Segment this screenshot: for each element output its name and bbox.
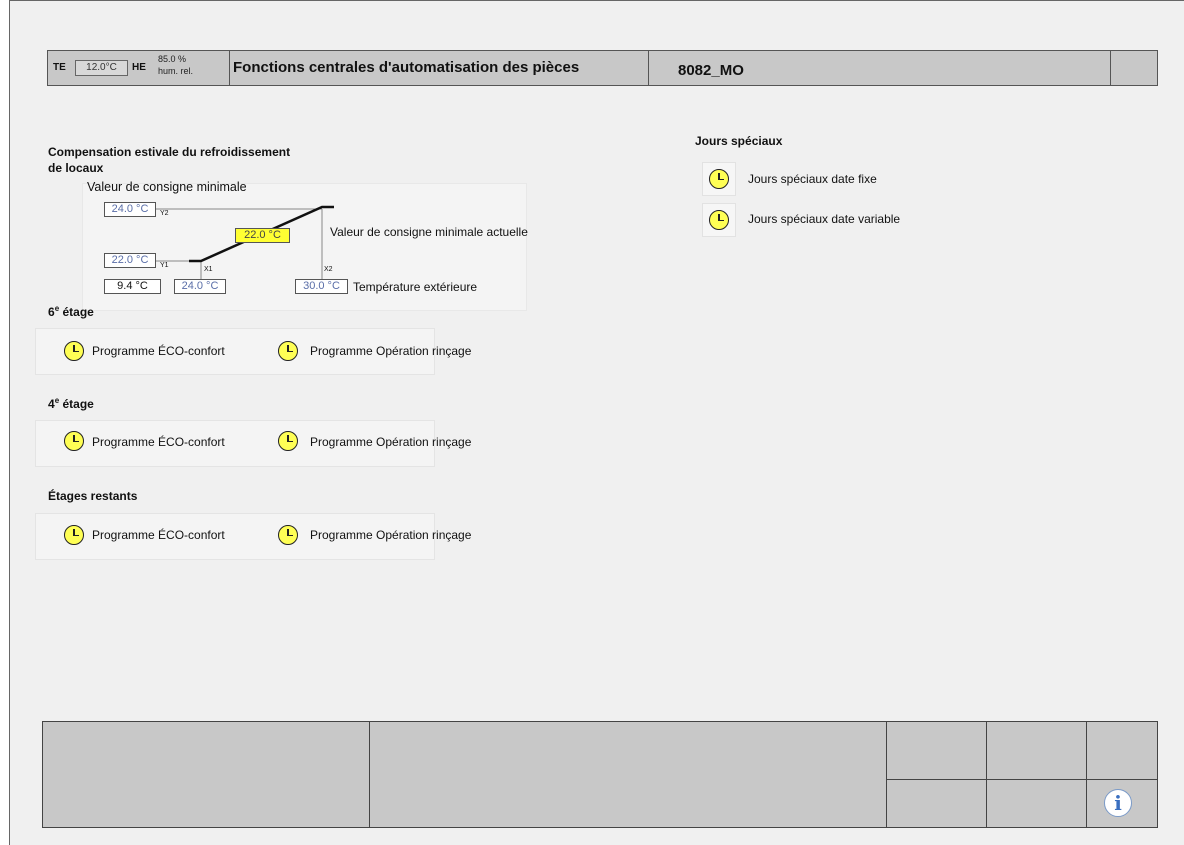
footer-bar (42, 721, 1158, 828)
special-days-fixed-label[interactable]: Jours spéciaux date fixe (748, 172, 877, 186)
footer-divider (886, 779, 1158, 780)
clock-icon[interactable] (278, 525, 298, 545)
current-setpoint-value[interactable]: 22.0 °C (235, 228, 290, 243)
floor-4-eco-label[interactable]: Programme ÉCO-confort (92, 435, 225, 449)
floor-4-title: 4e étage (48, 396, 94, 411)
clock-icon[interactable] (64, 525, 84, 545)
x2-label: X2 (324, 266, 333, 273)
x1-label: X1 (204, 266, 213, 273)
y1-label: Y1 (160, 262, 169, 269)
clock-icon (709, 169, 729, 189)
footer-divider (886, 722, 887, 827)
header-extra-button[interactable] (1111, 51, 1157, 85)
floor-4-flush-label[interactable]: Programme Opération rinçage (310, 435, 471, 449)
x2-value[interactable]: 30.0 °C (295, 279, 348, 294)
special-days-variable-button[interactable] (702, 203, 736, 237)
footer-divider (1086, 722, 1087, 827)
special-days-title: Jours spéciaux (695, 134, 783, 148)
plant-code: 8082_MO (678, 62, 744, 79)
floor-6-eco-label[interactable]: Programme ÉCO-confort (92, 344, 225, 358)
clock-icon (709, 210, 729, 230)
footer-divider (986, 722, 987, 827)
code-cell: 8082_MO (649, 51, 1111, 85)
floor-6-flush-label[interactable]: Programme Opération rinçage (310, 344, 471, 358)
clock-icon[interactable] (278, 431, 298, 451)
remaining-eco-label[interactable]: Programme ÉCO-confort (92, 528, 225, 542)
info-icon[interactable]: i (1104, 789, 1132, 817)
clock-icon[interactable] (64, 341, 84, 361)
clock-icon[interactable] (278, 341, 298, 361)
y1-value[interactable]: 22.0 °C (104, 253, 156, 268)
clock-icon[interactable] (64, 431, 84, 451)
y2-value[interactable]: 24.0 °C (104, 202, 156, 217)
special-days-variable-label[interactable]: Jours spéciaux date variable (748, 212, 900, 226)
floor-6-title: 6e étage (48, 304, 94, 319)
current-setpoint-label: Valeur de consigne minimale actuelle (330, 225, 528, 239)
remaining-floors-title: Étages restants (48, 489, 138, 503)
footer-divider (369, 722, 370, 827)
special-days-fixed-button[interactable] (702, 162, 736, 196)
remaining-flush-label[interactable]: Programme Opération rinçage (310, 528, 471, 542)
outside-temp-label: Température extérieure (353, 280, 478, 294)
compensation-curve (155, 205, 334, 280)
outside-temp-value: 9.4 °C (104, 279, 161, 294)
x1-value[interactable]: 24.0 °C (174, 279, 226, 294)
y2-label: Y2 (160, 210, 169, 217)
